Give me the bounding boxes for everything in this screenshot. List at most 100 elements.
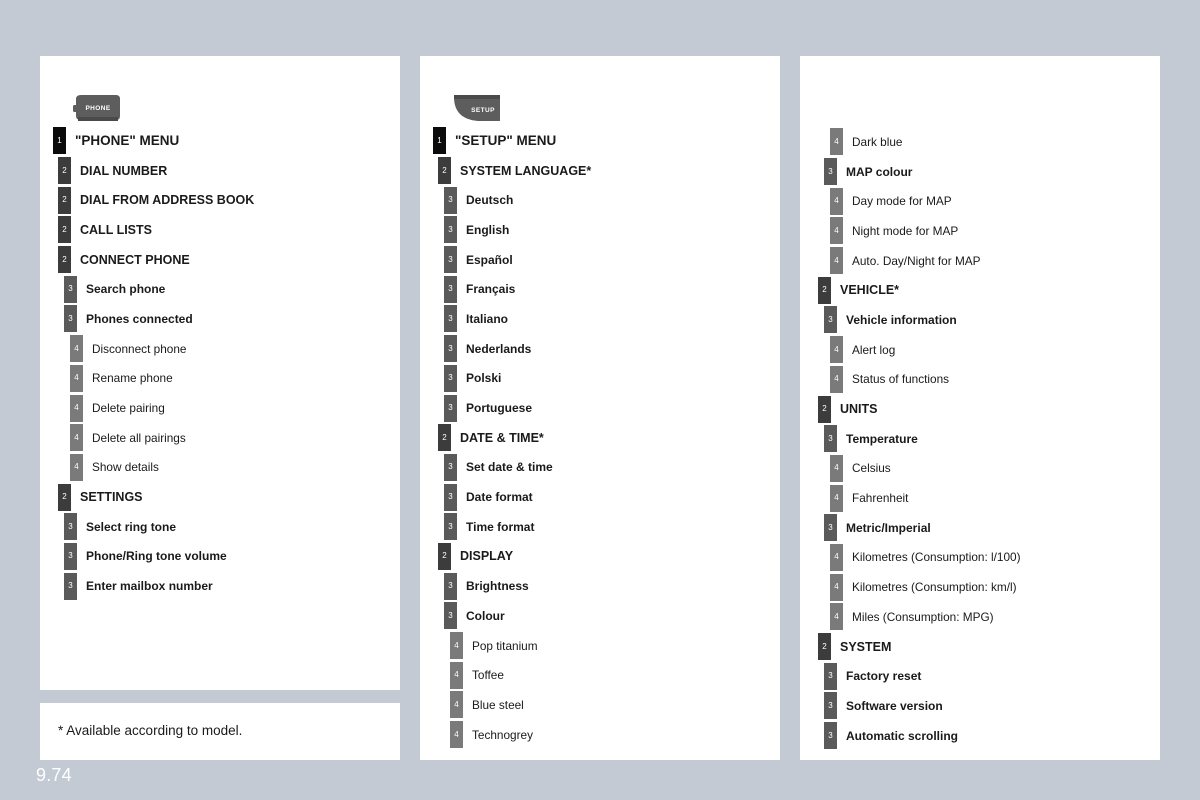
menu-row-pop-titanium[interactable]: 4 Pop titanium	[420, 631, 780, 661]
menu-row-phone-menu[interactable]: 1 "PHONE" MENU	[40, 126, 400, 156]
level-badge-4: 4	[830, 573, 843, 601]
menu-row-show-details[interactable]: 4 Show details	[40, 453, 400, 483]
menu-row-call-lists[interactable]: 2 CALL LISTS	[40, 215, 400, 245]
menu-row-search-phone[interactable]: 3 Search phone	[40, 274, 400, 304]
menu-row-time-format[interactable]: 3 Time format	[420, 512, 780, 542]
menu-row-blue-steel[interactable]: 4 Blue steel	[420, 690, 780, 720]
menu-row-map-colour[interactable]: 3 MAP colour	[800, 157, 1160, 187]
manual-page: PHONE 1 "PHONE" MENU 2 DIAL NUMBER 2 DIAL FRO…	[0, 0, 1200, 800]
menu-row-label: Date format	[466, 490, 533, 505]
level-badge-4: 4	[450, 661, 463, 689]
menu-row-label: Pop titanium	[472, 638, 538, 653]
menu-row-units[interactable]: 2 UNITS	[800, 394, 1160, 424]
level-badge-3: 3	[444, 394, 457, 422]
menu-row-dial-from-address-book[interactable]: 2 DIAL FROM ADDRESS BOOK	[40, 185, 400, 215]
menu-row-vehicle-information[interactable]: 3 Vehicle information	[800, 305, 1160, 335]
level-badge-4: 4	[830, 217, 843, 245]
menu-row-celsius[interactable]: 4 Celsius	[800, 454, 1160, 484]
level-badge-2: 2	[58, 157, 71, 185]
menu-row-label: Kilometres (Consumption: l/100)	[852, 550, 1021, 565]
level-badge-2: 2	[438, 157, 451, 185]
menu-row-automatic-scrolling[interactable]: 3 Automatic scrolling	[800, 721, 1160, 751]
menu-row-nederlands[interactable]: 3 Nederlands	[420, 334, 780, 364]
system-menu-rows: 4 Dark blue 3 MAP colour 4 Day mode for MAP 4 N…	[800, 56, 1160, 750]
level-badge-1: 1	[53, 127, 66, 155]
menu-row-system-language[interactable]: 2 SYSTEM LANGUAGE*	[420, 156, 780, 186]
menu-row-miles-consumption-mpg[interactable]: 4 Miles (Consumption: MPG)	[800, 602, 1160, 632]
menu-row-phones-connected[interactable]: 3 Phones connected	[40, 304, 400, 334]
menu-row-set-date-time[interactable]: 3 Set date & time	[420, 453, 780, 483]
menu-row-dial-number[interactable]: 2 DIAL NUMBER	[40, 156, 400, 186]
menu-row-label: Temperature	[846, 431, 918, 446]
menu-row-connect-phone[interactable]: 2 CONNECT PHONE	[40, 245, 400, 275]
menu-row-factory-reset[interactable]: 3 Factory reset	[800, 661, 1160, 691]
level-badge-4: 4	[830, 454, 843, 482]
level-badge-4: 4	[70, 394, 83, 422]
menu-row-alert-log[interactable]: 4 Alert log	[800, 335, 1160, 365]
menu-row-display[interactable]: 2 DISPLAY	[420, 542, 780, 572]
menu-row-day-mode-for-map[interactable]: 4 Day mode for MAP	[800, 186, 1160, 216]
level-badge-4: 4	[70, 453, 83, 481]
menu-row-label: Español	[466, 252, 513, 267]
menu-row-vehicle[interactable]: 2 VEHICLE*	[800, 275, 1160, 305]
level-badge-2: 2	[818, 395, 831, 423]
menu-row-kilometres-consumption-l-100[interactable]: 4 Kilometres (Consumption: l/100)	[800, 543, 1160, 573]
menu-row-setup-menu[interactable]: 1 "SETUP" MENU	[420, 126, 780, 156]
menu-row-brightness[interactable]: 3 Brightness	[420, 571, 780, 601]
menu-row-enter-mailbox-number[interactable]: 3 Enter mailbox number	[40, 571, 400, 601]
menu-row-espa-ol[interactable]: 3 Español	[420, 245, 780, 275]
menu-row-metric-imperial[interactable]: 3 Metric/Imperial	[800, 513, 1160, 543]
menu-row-label: Miles (Consumption: MPG)	[852, 609, 994, 624]
menu-row-software-version[interactable]: 3 Software version	[800, 691, 1160, 721]
menu-row-date-format[interactable]: 3 Date format	[420, 482, 780, 512]
menu-row-status-of-functions[interactable]: 4 Status of functions	[800, 365, 1160, 395]
menu-row-portuguese[interactable]: 3 Portuguese	[420, 393, 780, 423]
menu-row-label: Phones connected	[86, 311, 193, 326]
menu-row-label: UNITS	[840, 402, 878, 417]
footnote-text: * Available according to model.	[58, 723, 243, 738]
menu-row-label: Polski	[466, 371, 502, 386]
menu-row-label: Dark blue	[852, 134, 903, 149]
level-badge-3: 3	[444, 602, 457, 630]
level-badge-2: 2	[58, 216, 71, 244]
menu-row-label: Delete pairing	[92, 401, 165, 416]
menu-row-label: Status of functions	[852, 372, 950, 387]
menu-row-dark-blue[interactable]: 4 Dark blue	[800, 127, 1160, 157]
menu-row-auto-day-night-for-map[interactable]: 4 Auto. Day/Night for MAP	[800, 246, 1160, 276]
menu-row-select-ring-tone[interactable]: 3 Select ring tone	[40, 512, 400, 542]
menu-row-fahrenheit[interactable]: 4 Fahrenheit	[800, 483, 1160, 513]
level-badge-2: 2	[438, 424, 451, 452]
menu-row-kilometres-consumption-km-l[interactable]: 4 Kilometres (Consumption: km/l)	[800, 572, 1160, 602]
menu-row-temperature[interactable]: 3 Temperature	[800, 424, 1160, 454]
level-badge-4: 4	[830, 603, 843, 631]
menu-row-label: Auto. Day/Night for MAP	[852, 253, 981, 268]
menu-row-label: Rename phone	[92, 371, 173, 386]
menu-row-label: Enter mailbox number	[86, 579, 213, 594]
menu-row-delete-all-pairings[interactable]: 4 Delete all pairings	[40, 423, 400, 453]
level-badge-2: 2	[818, 276, 831, 304]
level-badge-3: 3	[444, 216, 457, 244]
level-badge-4: 4	[450, 632, 463, 660]
menu-row-delete-pairing[interactable]: 4 Delete pairing	[40, 393, 400, 423]
menu-row-colour[interactable]: 3 Colour	[420, 601, 780, 631]
menu-row-toffee[interactable]: 4 Toffee	[420, 660, 780, 690]
level-badge-3: 3	[444, 186, 457, 214]
menu-row-label: Kilometres (Consumption: km/l)	[852, 580, 1017, 595]
menu-row-label: Celsius	[852, 461, 891, 476]
menu-row-italiano[interactable]: 3 Italiano	[420, 304, 780, 334]
menu-row-phone-ring-tone-volume[interactable]: 3 Phone/Ring tone volume	[40, 542, 400, 572]
menu-row-deutsch[interactable]: 3 Deutsch	[420, 185, 780, 215]
menu-row-label: DATE & TIME*	[460, 430, 544, 445]
menu-row-english[interactable]: 3 English	[420, 215, 780, 245]
level-badge-4: 4	[830, 247, 843, 275]
menu-row-polski[interactable]: 3 Polski	[420, 364, 780, 394]
menu-row-rename-phone[interactable]: 4 Rename phone	[40, 364, 400, 394]
menu-row-night-mode-for-map[interactable]: 4 Night mode for MAP	[800, 216, 1160, 246]
menu-row-disconnect-phone[interactable]: 4 Disconnect phone	[40, 334, 400, 364]
menu-row-settings[interactable]: 2 SETTINGS	[40, 482, 400, 512]
menu-row-technogrey[interactable]: 4 Technogrey	[420, 720, 780, 750]
menu-row-date-time[interactable]: 2 DATE & TIME*	[420, 423, 780, 453]
menu-row-fran-ais[interactable]: 3 Français	[420, 274, 780, 304]
menu-row-system[interactable]: 2 SYSTEM	[800, 632, 1160, 662]
level-badge-4: 4	[830, 128, 843, 156]
